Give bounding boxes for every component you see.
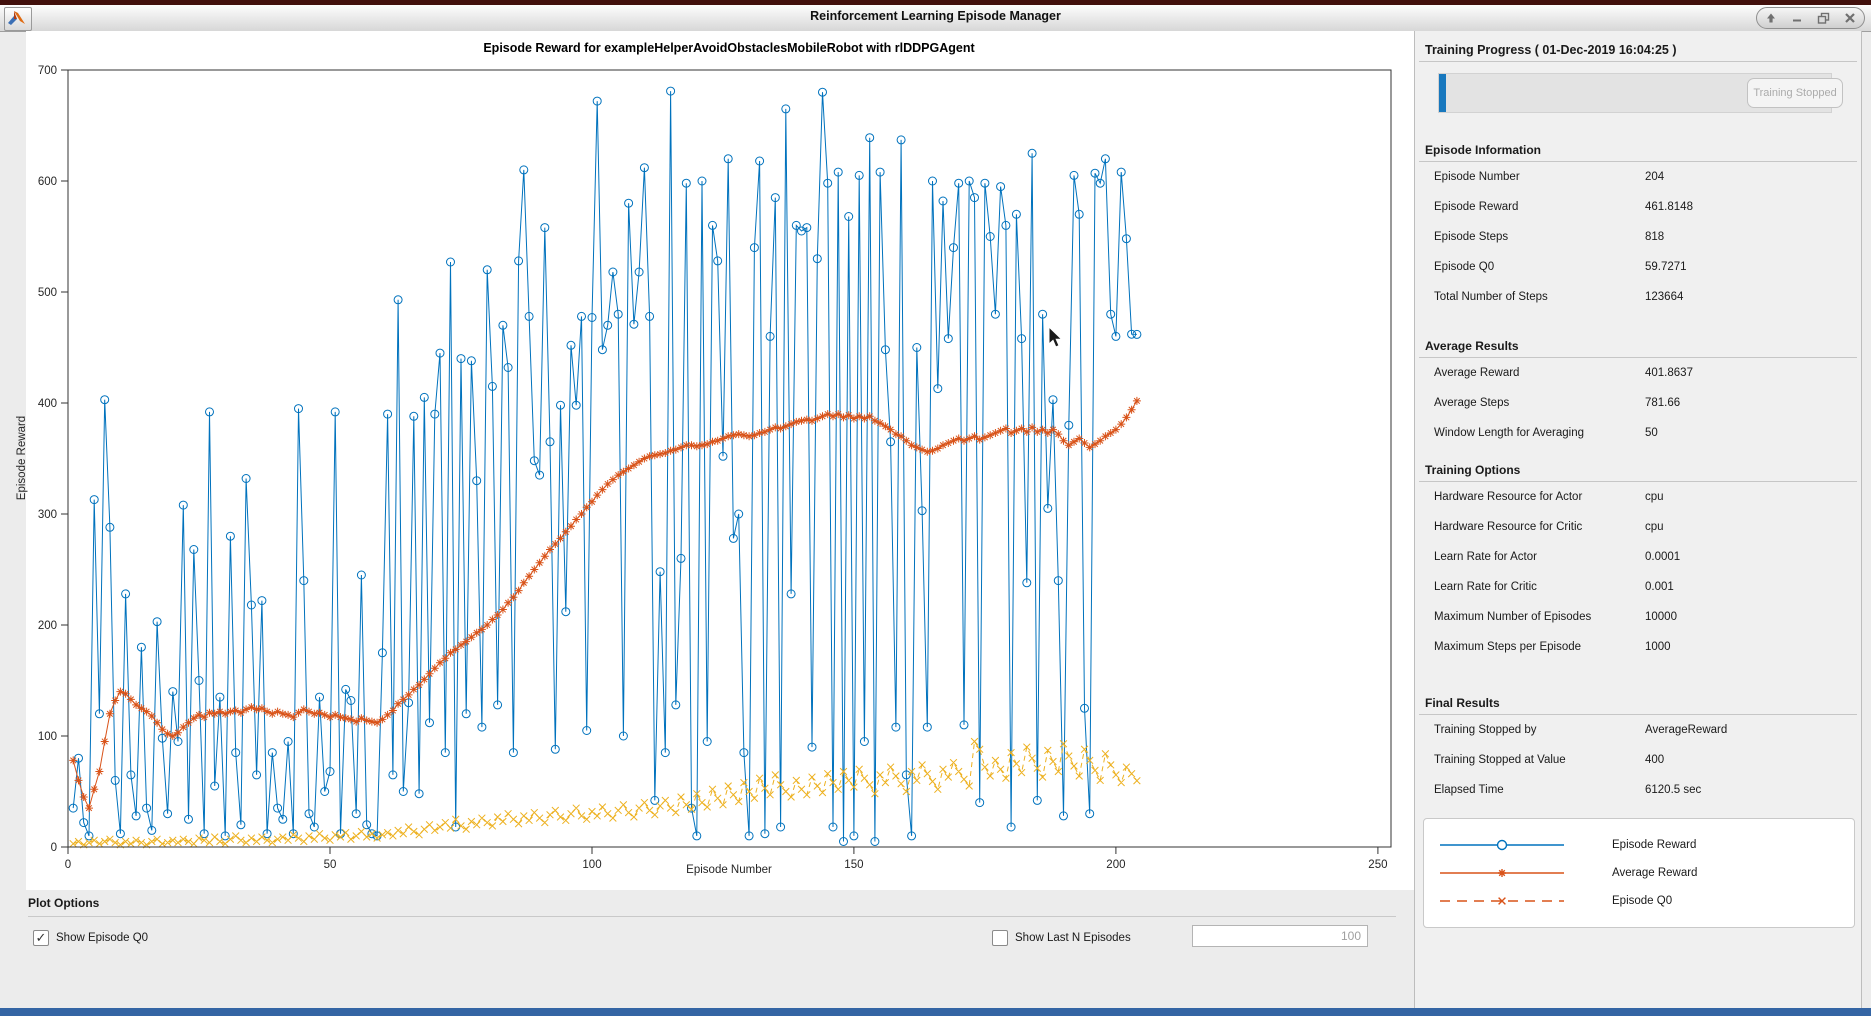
- row-value: 10000: [1645, 611, 1677, 623]
- panel-row: Learn Rate for Critic 0.001: [1415, 572, 1861, 602]
- panel-row: Total Number of Steps 123664: [1415, 282, 1861, 312]
- row-value: 400: [1645, 754, 1665, 766]
- row-value: 401.8637: [1645, 367, 1693, 379]
- header-divider: [1419, 61, 1857, 62]
- row-value: cpu: [1645, 521, 1664, 533]
- row-label: Average Steps: [1434, 397, 1510, 409]
- episode-manager-window: Reinforcement Learning Episode Manager 0…: [0, 0, 1871, 1016]
- row-label: Training Stopped at Value: [1434, 754, 1566, 766]
- close-icon[interactable]: [1844, 12, 1856, 24]
- last-n-episodes-input[interactable]: [1192, 925, 1368, 947]
- row-value: 204: [1645, 171, 1665, 183]
- legend-sample-asterisk: [1440, 869, 1564, 877]
- row-value: cpu: [1645, 491, 1664, 503]
- panel-row: Hardware Resource for Critic cpu: [1415, 512, 1861, 542]
- taskbar-edge: [0, 1008, 1871, 1016]
- panel-row: Maximum Number of Episodes 10000: [1415, 602, 1861, 632]
- legend-label: Episode Q0: [1612, 895, 1673, 907]
- training-progress-panel: Training Progress ( 01-Dec-2019 16:04:25…: [1414, 31, 1862, 1008]
- show-episode-q0-label: Show Episode Q0: [56, 932, 149, 944]
- plot-options-header: Plot Options: [28, 896, 100, 910]
- row-value: 59.7271: [1645, 261, 1687, 273]
- panel-row: Training Stopped at Value 400: [1415, 745, 1861, 775]
- chart-title: Episode Reward for exampleHelperAvoidObs…: [483, 41, 975, 55]
- show-last-n-label: Show Last N Episodes: [1015, 932, 1131, 944]
- section-episode-information: Episode Information Episode Number 204 Epis…: [1415, 143, 1861, 312]
- section-title: Training Options: [1425, 463, 1521, 477]
- row-label: Episode Number: [1434, 171, 1520, 183]
- row-label: Learn Rate for Actor: [1434, 551, 1537, 563]
- section-average-results: Average Results Average Reward 401.8637 Ave…: [1415, 339, 1861, 448]
- show-episode-q0-checkbox[interactable]: ✓: [33, 930, 49, 946]
- shade-icon[interactable]: [1765, 12, 1777, 24]
- show-episode-q0-option: ✓ Show Episode Q0: [33, 930, 148, 946]
- section-final-results: Final Results Training Stopped by AverageR…: [1415, 696, 1861, 805]
- panel-row: Hardware Resource for Actor cpu: [1415, 482, 1861, 512]
- figure-canvas: [26, 31, 1414, 890]
- row-value: 461.8148: [1645, 201, 1693, 213]
- x-axis-label: Episode Number: [686, 864, 772, 876]
- window-titlebar[interactable]: Reinforcement Learning Episode Manager: [0, 5, 1871, 32]
- panel-row: Window Length for Averaging 50: [1415, 418, 1861, 448]
- panel-row: Episode Reward 461.8148: [1415, 192, 1861, 222]
- row-label: Episode Reward: [1434, 201, 1519, 213]
- panel-row: Elapsed Time 6120.5 sec: [1415, 775, 1861, 805]
- row-label: Episode Q0: [1434, 261, 1495, 273]
- legend-label: Episode Reward: [1612, 839, 1697, 851]
- row-label: Hardware Resource for Critic: [1434, 521, 1583, 533]
- row-label: Maximum Steps per Episode: [1434, 641, 1582, 653]
- legend-item: Average Reward: [1424, 859, 1854, 887]
- window-controls: [1756, 7, 1865, 29]
- legend-sample-x: [1440, 897, 1564, 905]
- row-value: 123664: [1645, 291, 1684, 303]
- section-title: Episode Information: [1425, 143, 1542, 157]
- mouse-cursor: [1048, 327, 1063, 348]
- row-label: Episode Steps: [1434, 231, 1509, 243]
- progress-fill: [1439, 74, 1446, 112]
- row-value: 0.0001: [1645, 551, 1681, 563]
- panel-row: Episode Q0 59.7271: [1415, 252, 1861, 282]
- legend-sample-circle: [1440, 839, 1564, 851]
- row-label: Training Stopped by: [1434, 724, 1537, 736]
- row-label: Hardware Resource for Actor: [1434, 491, 1583, 503]
- row-label: Elapsed Time: [1434, 784, 1504, 796]
- legend-item: Episode Q0: [1424, 887, 1854, 915]
- show-last-n-option: Show Last N Episodes: [992, 930, 1131, 946]
- row-label: Maximum Number of Episodes: [1434, 611, 1592, 623]
- section-training-options: Training Options Hardware Resource for Ac…: [1415, 463, 1861, 662]
- row-value: 781.66: [1645, 397, 1681, 409]
- row-label: Total Number of Steps: [1434, 291, 1548, 303]
- window-title: Reinforcement Learning Episode Manager: [810, 9, 1061, 23]
- training-progress-bar: Training Stopped: [1438, 73, 1843, 113]
- row-value: AverageReward: [1645, 724, 1728, 736]
- row-value: 0.001: [1645, 581, 1674, 593]
- row-label: Learn Rate for Critic: [1434, 581, 1537, 593]
- training-progress-header: Training Progress ( 01-Dec-2019 16:04:25…: [1425, 43, 1677, 57]
- panel-row: Average Reward 401.8637: [1415, 358, 1861, 388]
- legend-label: Average Reward: [1612, 867, 1698, 879]
- panel-row: Episode Steps 818: [1415, 222, 1861, 252]
- panel-row: Episode Number 204: [1415, 162, 1861, 192]
- panel-row: Training Stopped by AverageReward: [1415, 715, 1861, 745]
- plot-options-divider: [28, 916, 1396, 917]
- chart-legend: Episode Reward Average Reward Episode Q0: [1423, 818, 1855, 928]
- section-title: Final Results: [1425, 696, 1500, 710]
- row-label: Window Length for Averaging: [1434, 427, 1585, 439]
- minimize-icon[interactable]: [1791, 12, 1803, 24]
- row-value: 818: [1645, 231, 1665, 243]
- training-stopped-button[interactable]: Training Stopped: [1747, 78, 1843, 108]
- legend-item: Episode Reward: [1424, 831, 1854, 859]
- panel-row: Average Steps 781.66: [1415, 388, 1861, 418]
- show-last-n-checkbox[interactable]: [992, 930, 1008, 946]
- row-value: 1000: [1645, 641, 1671, 653]
- y-axis-label: Episode Reward: [16, 415, 28, 501]
- panel-row: Learn Rate for Actor 0.0001: [1415, 542, 1861, 572]
- section-title: Average Results: [1425, 339, 1519, 353]
- row-value: 6120.5 sec: [1645, 784, 1702, 796]
- row-value: 50: [1645, 427, 1658, 439]
- row-label: Average Reward: [1434, 367, 1520, 379]
- panel-sections: Episode Information Episode Number 204 Epis…: [1415, 143, 1861, 805]
- restore-icon[interactable]: [1817, 12, 1830, 24]
- panel-row: Maximum Steps per Episode 1000: [1415, 632, 1861, 662]
